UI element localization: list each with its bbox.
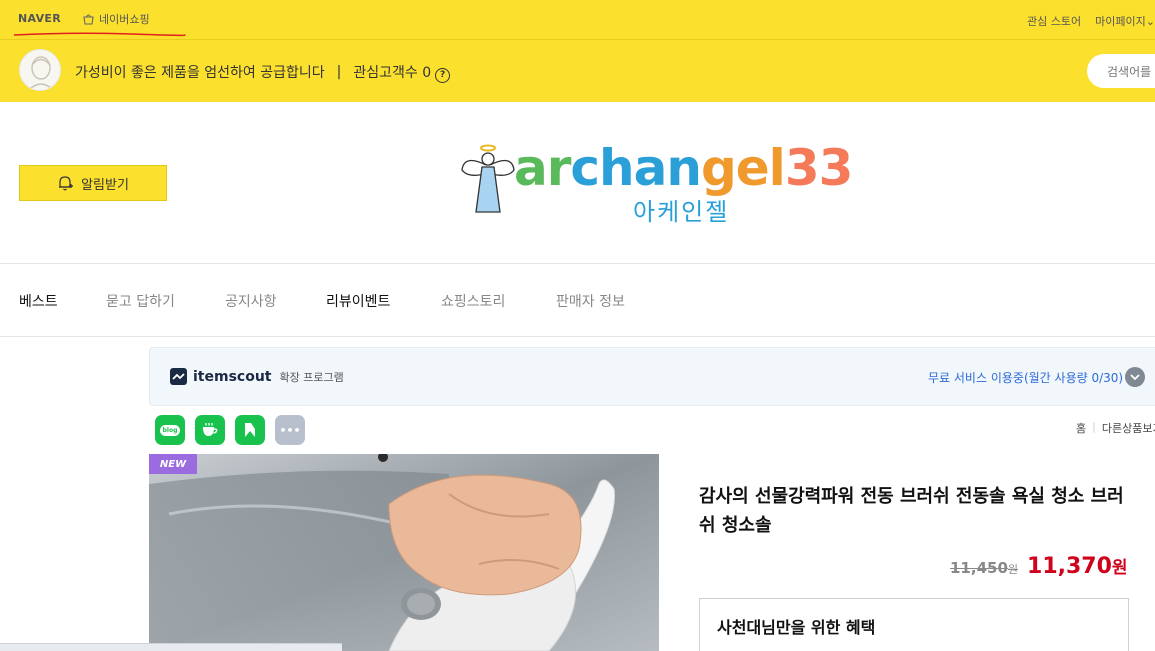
naver-logo[interactable]: NAVER xyxy=(18,12,61,25)
help-icon[interactable]: ? xyxy=(435,67,451,83)
shopping-bag-icon xyxy=(83,14,94,25)
logo-korean-subtitle: 아케인젤 xyxy=(633,198,730,226)
share-bookmark-button[interactable] xyxy=(235,415,265,445)
nav-shopping-story[interactable]: 쇼핑스토리 xyxy=(441,291,505,311)
angel-icon xyxy=(461,144,515,213)
store-tagline: 가성비이 좋은 제품을 엄선하여 공급합니다 xyxy=(75,65,325,82)
red-annotation-underline xyxy=(13,32,186,37)
sale-price: 11,370원 xyxy=(1027,554,1128,579)
nav-seller-info[interactable]: 판매자 정보 xyxy=(556,291,625,311)
share-more-button[interactable]: ••• xyxy=(275,415,305,445)
itemscout-name: itemscout xyxy=(193,368,272,385)
naver-shopping-label: 네이버쇼핑 xyxy=(99,13,150,26)
share-blog-button[interactable]: blog xyxy=(155,415,185,445)
itemscout-expand-button[interactable] xyxy=(1125,367,1145,387)
cafe-cup-icon xyxy=(203,423,218,436)
price-row: 11,450원 11,370원 xyxy=(950,553,1128,579)
chevron-down-icon xyxy=(1130,373,1140,380)
logo-wordmark: archangel33 xyxy=(514,139,853,197)
bell-plus-icon xyxy=(59,176,74,191)
itemscout-logo[interactable]: itemscout 확장 프로그램 xyxy=(170,368,344,385)
itemscout-subtitle: 확장 프로그램 xyxy=(279,370,344,384)
breadcrumb-other-products[interactable]: 다른상품보기 xyxy=(1102,420,1155,436)
interest-count: 관심고객수 0? xyxy=(353,62,451,83)
itemscout-icon xyxy=(170,368,187,385)
more-icon: ••• xyxy=(279,423,301,437)
store-description: 가성비이 좋은 제품을 엄선하여 공급합니다 | 관심고객수 0? xyxy=(75,62,451,83)
nav-review-event[interactable]: 리뷰이벤트 xyxy=(326,291,390,311)
product-title: 감사의 선물강력파워 전동 브러쉬 전동솔 욕실 청소 브러쉬 청소솔 xyxy=(699,486,1124,536)
store-info-bar: 가성비이 좋은 제품을 엄선하여 공급합니다 | 관심고객수 0? 검색어를 xyxy=(0,40,1155,102)
nav-qna[interactable]: 묻고 답하기 xyxy=(106,291,175,311)
brand-area: 알림받기 archangel33 아케인젤 xyxy=(0,102,1155,264)
benefit-box: 사천대님만을 위한 혜택 xyxy=(699,598,1129,651)
benefit-title: 사천대님만을 위한 혜택 xyxy=(717,618,876,637)
breadcrumb-home[interactable]: 홈 xyxy=(1076,420,1086,436)
top-right-menu: 관심 스토어 마이페이지⌄ xyxy=(1027,13,1155,29)
share-cafe-button[interactable] xyxy=(195,415,225,445)
share-buttons: blog ••• xyxy=(155,415,305,445)
interest-store-link[interactable]: 관심 스토어 xyxy=(1027,13,1081,29)
person-avatar-icon xyxy=(20,50,60,90)
naver-shopping-link[interactable]: 네이버쇼핑 xyxy=(82,11,150,27)
my-page-link[interactable]: 마이페이지⌄ xyxy=(1095,13,1155,29)
original-price: 11,450원 xyxy=(950,559,1019,577)
store-nav: 베스트 묻고 답하기 공지사항 리뷰이벤트 쇼핑스토리 판매자 정보 xyxy=(0,265,1155,337)
alarm-label: 알림받기 xyxy=(81,177,129,193)
nav-notice[interactable]: 공지사항 xyxy=(225,291,277,311)
breadcrumb-divider: | xyxy=(1092,420,1096,433)
new-badge: NEW xyxy=(149,454,197,474)
subscribe-alarm-button[interactable]: 알림받기 xyxy=(19,165,167,201)
divider: | xyxy=(336,64,342,81)
blog-icon: blog xyxy=(159,424,181,436)
breadcrumb: 홈 | 다른상품보기 xyxy=(1076,420,1155,436)
bookmark-icon xyxy=(245,423,255,437)
itemscout-extension-bar: itemscout 확장 프로그램 무료 서비스 이용중(월간 사용량 0/30… xyxy=(149,347,1155,406)
store-logo[interactable]: archangel33 아케인젤 xyxy=(458,139,858,226)
nav-best[interactable]: 베스트 xyxy=(19,291,58,311)
store-avatar[interactable] xyxy=(19,49,61,91)
product-image[interactable]: NEW xyxy=(149,454,659,651)
itemscout-usage-text[interactable]: 무료 서비스 이용중(월간 사용량 0/30) xyxy=(928,369,1123,386)
browser-status-bar xyxy=(0,643,342,651)
product-photo xyxy=(149,454,659,651)
top-bar: NAVER 네이버쇼핑 관심 스토어 마이페이지⌄ xyxy=(0,0,1155,40)
store-search-input[interactable]: 검색어를 xyxy=(1087,54,1155,88)
